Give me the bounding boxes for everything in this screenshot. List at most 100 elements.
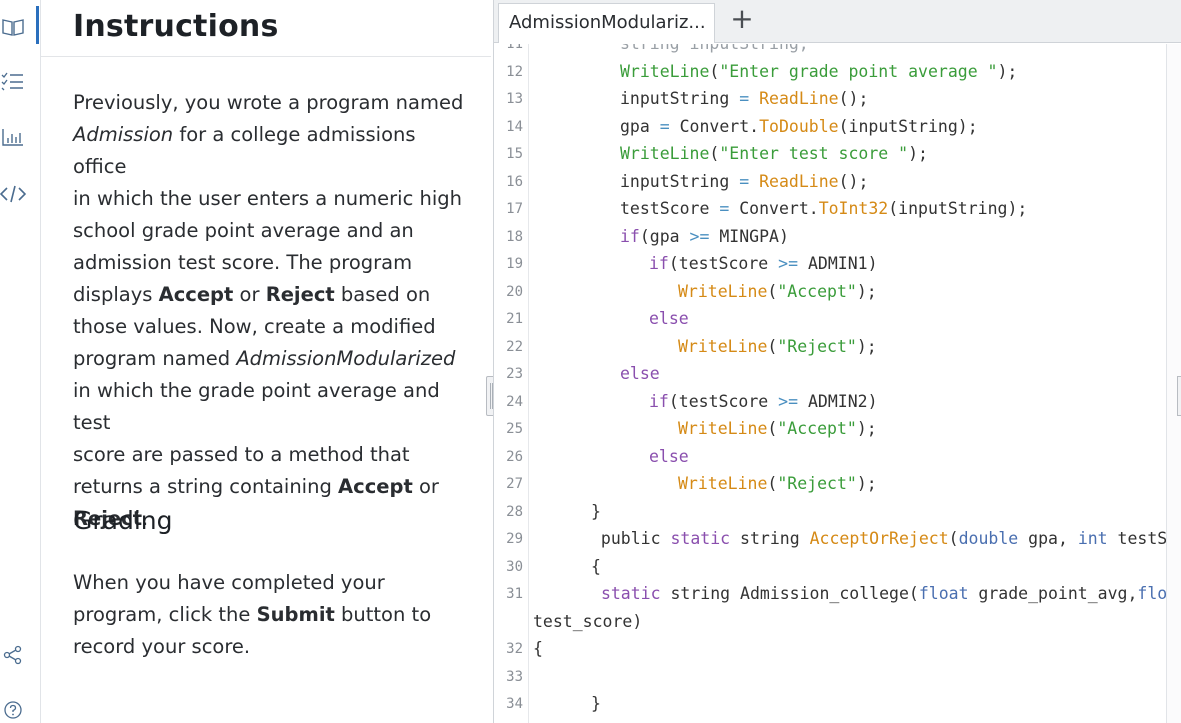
line-number: 22 — [506, 338, 523, 355]
code-area[interactable]: 11string inputString;12WriteLine("Enter … — [494, 44, 1166, 723]
code-token: (); — [838, 89, 869, 108]
bold-text: Submit — [256, 603, 335, 626]
code-token: else — [649, 309, 689, 328]
text-segment: program, click the — [73, 603, 257, 626]
editor-tab-bar: AdmissionModulariz... + — [494, 0, 1181, 43]
code-token: ); — [856, 474, 877, 493]
text-segment: Previously, you wrote a program named — [73, 91, 464, 114]
text-segment: admission test score. The program — [73, 251, 413, 274]
right-resize-handle[interactable] — [1177, 376, 1181, 416]
code-token: ); — [997, 61, 1018, 81]
code-token: WriteLine — [678, 281, 768, 301]
text-segment: program named — [73, 347, 237, 370]
code-token: "Accept" — [777, 419, 857, 438]
code-line: WriteLine("Enter test score "); — [620, 144, 928, 163]
line-number: 18 — [506, 228, 523, 245]
code-token: ( — [767, 281, 778, 301]
instructions-panel: Instructions Previously, you wrote a pro… — [41, 0, 491, 723]
code-line: WriteLine("Accept"); — [678, 282, 877, 301]
text-line: returns a string containing Accept or — [73, 471, 473, 503]
code-token: ( — [948, 529, 959, 548]
page-title: Instructions — [73, 9, 279, 44]
code-token: static — [670, 529, 731, 548]
text-line: score are passed to a method that — [73, 439, 473, 471]
code-token: = — [659, 116, 670, 136]
code-token: Convert. — [729, 199, 819, 218]
code-icon[interactable] — [0, 181, 26, 207]
line-number: 15 — [506, 146, 523, 162]
code-token: inputString — [620, 89, 740, 108]
instructions-header: Instructions — [41, 0, 491, 57]
share-icon[interactable] — [0, 642, 26, 668]
code-token: >= — [778, 391, 799, 411]
code-token: double — [958, 529, 1019, 548]
chart-icon[interactable] — [0, 124, 26, 150]
line-number: 23 — [506, 366, 523, 382]
code-token: Convert. — [669, 116, 760, 136]
code-token: >= — [689, 226, 710, 246]
code-token: string — [730, 529, 810, 548]
code-token: (gpa — [639, 226, 690, 246]
text-segment: returns a string containing — [73, 475, 339, 498]
text-segment: school grade point average and an — [73, 219, 414, 242]
text-line: record your score. — [73, 631, 473, 663]
instructions-body: Previously, you wrote a program named Adm… — [73, 87, 473, 535]
line-number: 13 — [506, 91, 523, 107]
code-token: ( — [767, 419, 778, 438]
code-line: } — [591, 502, 601, 521]
code-token: testScore — [620, 199, 720, 218]
line-number: 20 — [506, 283, 523, 300]
bold-text: Accept — [338, 475, 413, 498]
text-segment: in which the grade point average and tes… — [73, 379, 440, 434]
code-line: } — [591, 694, 601, 713]
code-token: ToInt32 — [818, 199, 889, 218]
code-token: = — [739, 171, 750, 191]
code-token: (testScore — [668, 254, 779, 273]
code-token: static — [600, 584, 661, 603]
code-token: } — [591, 694, 601, 713]
line-number: 17 — [506, 201, 523, 217]
help-icon[interactable] — [0, 697, 26, 723]
code-editor-panel: AdmissionModulariz... + 11 string inputSt… — [493, 0, 1181, 723]
tab-admission-modularized[interactable]: AdmissionModulariz... — [498, 3, 715, 43]
code-token: "Enter grade point average " — [719, 61, 998, 81]
line-number: 11 — [506, 44, 523, 52]
code-token: { — [591, 556, 601, 576]
code-token: else — [649, 446, 689, 466]
code-token: ); — [856, 281, 877, 301]
code-token: ); — [908, 144, 928, 163]
code-token: "Accept" — [777, 281, 857, 301]
line-number: 25 — [506, 421, 523, 437]
line-number: 26 — [506, 448, 523, 465]
line-number: 29 — [506, 531, 523, 547]
text-line: those values. Now, create a modified — [73, 311, 473, 343]
code-line: if(testScore >= ADMIN2) — [649, 392, 878, 411]
text-segment: record your score. — [73, 635, 251, 658]
code-token: MINGPA) — [709, 226, 789, 246]
checklist-icon[interactable] — [0, 68, 26, 94]
grading-body: When you have completed your program, cli… — [73, 567, 473, 663]
add-tab-button[interactable]: + — [730, 3, 754, 37]
bold-text: Reject — [265, 283, 335, 306]
code-token: ( — [709, 61, 720, 81]
code-line: { — [591, 557, 601, 576]
code-token: if — [649, 254, 669, 273]
code-token: WriteLine — [678, 419, 768, 438]
code-line: else — [649, 447, 689, 466]
line-number: 28 — [506, 503, 523, 520]
code-line: WriteLine("Enter grade point average "); — [620, 62, 1017, 81]
text-line: in which the user enters a numeric high — [73, 183, 473, 215]
code-token: testScore) — [1117, 529, 1166, 548]
code-token: "Enter test score " — [719, 144, 909, 163]
code-token: (); — [838, 171, 869, 191]
text-line: admission test score. The program — [73, 247, 473, 279]
code-line: static string Admission_college(float gr… — [591, 584, 1166, 603]
code-token: ); — [856, 336, 877, 356]
code-token: ( — [709, 144, 720, 163]
code-line: if(gpa >= MINGPA) — [620, 227, 789, 246]
book-icon[interactable] — [0, 14, 26, 40]
code-line: test_score) — [533, 612, 642, 631]
